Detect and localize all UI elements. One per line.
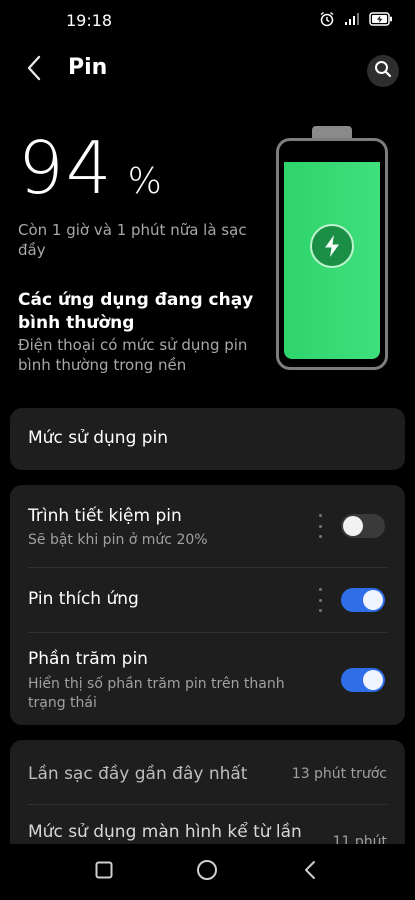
recents-button[interactable]: [92, 860, 116, 884]
navigation-bar: [0, 844, 415, 900]
chevron-left-icon: [26, 55, 42, 85]
battery-percentage-toggle[interactable]: [341, 668, 385, 692]
adaptive-battery-row[interactable]: Pin thích ứng: [10, 568, 405, 632]
signal-icon: [344, 12, 360, 26]
adaptive-battery-title: Pin thích ứng: [28, 589, 139, 609]
nav-back-button[interactable]: [298, 860, 322, 884]
battery-percentage-subtitle: Hiển thị số phần trăm pin trên thanh trạ…: [28, 676, 285, 711]
charge-info-card: Lần sạc đầy gần đây nhất 13 phút trước M…: [10, 740, 405, 860]
page-title: Pin: [68, 55, 108, 80]
back-button[interactable]: [18, 53, 50, 87]
battery-charging-icon: [369, 12, 393, 26]
lightning-bolt-icon: [310, 224, 354, 268]
battery-percent: 94 %: [18, 132, 162, 204]
top-bar: Pin: [0, 45, 415, 95]
screen-usage-label: Mức sử dụng màn hình kể từ lần: [28, 822, 302, 842]
last-full-charge-value: 13 phút trước: [291, 766, 387, 782]
battery-cap: [312, 126, 352, 138]
apps-status-description: Điện thoại có mức sử dụng pin bình thườn…: [18, 336, 248, 374]
battery-saver-subtitle: Sẽ bật khi pin ở mức 20%: [28, 532, 208, 548]
charge-time-remaining: Còn 1 giờ và 1 phút nữa là sạc đầy: [18, 221, 247, 259]
divider: [28, 804, 387, 805]
alarm-icon: [319, 11, 335, 27]
battery-saver-title: Trình tiết kiệm pin: [28, 506, 182, 526]
triangle-back-icon: [303, 860, 317, 884]
battery-saver-toggle[interactable]: [341, 514, 385, 538]
home-button[interactable]: [195, 860, 219, 884]
circle-icon: [196, 859, 218, 885]
battery-settings-card: Trình tiết kiệm pin Sẽ bật khi pin ở mức…: [10, 485, 405, 725]
apps-status-title: Các ứng dụng đang chạy bình thường: [18, 290, 254, 333]
status-time: 19:18: [66, 11, 113, 30]
battery-usage-label: Mức sử dụng pin: [28, 428, 169, 448]
battery-illustration: [276, 126, 388, 370]
status-bar: 19:18: [0, 0, 415, 40]
battery-percentage-row[interactable]: Phần trăm pin Hiển thị số phần trăm pin …: [10, 633, 405, 725]
status-icons: [319, 11, 393, 27]
more-options-icon[interactable]: [317, 588, 323, 612]
battery-saver-row[interactable]: Trình tiết kiệm pin Sẽ bật khi pin ở mức…: [10, 485, 405, 567]
search-icon: [374, 60, 392, 82]
square-icon: [95, 861, 113, 883]
battery-percent-value: 94: [18, 126, 114, 210]
battery-percentage-title: Phần trăm pin: [28, 649, 148, 669]
adaptive-battery-toggle[interactable]: [341, 588, 385, 612]
battery-percent-sign: %: [127, 161, 162, 202]
last-full-charge-label: Lần sạc đầy gần đây nhất: [28, 764, 248, 784]
battery-usage-button[interactable]: Mức sử dụng pin: [10, 408, 405, 470]
more-options-icon[interactable]: [317, 514, 323, 538]
search-button[interactable]: [367, 55, 399, 87]
